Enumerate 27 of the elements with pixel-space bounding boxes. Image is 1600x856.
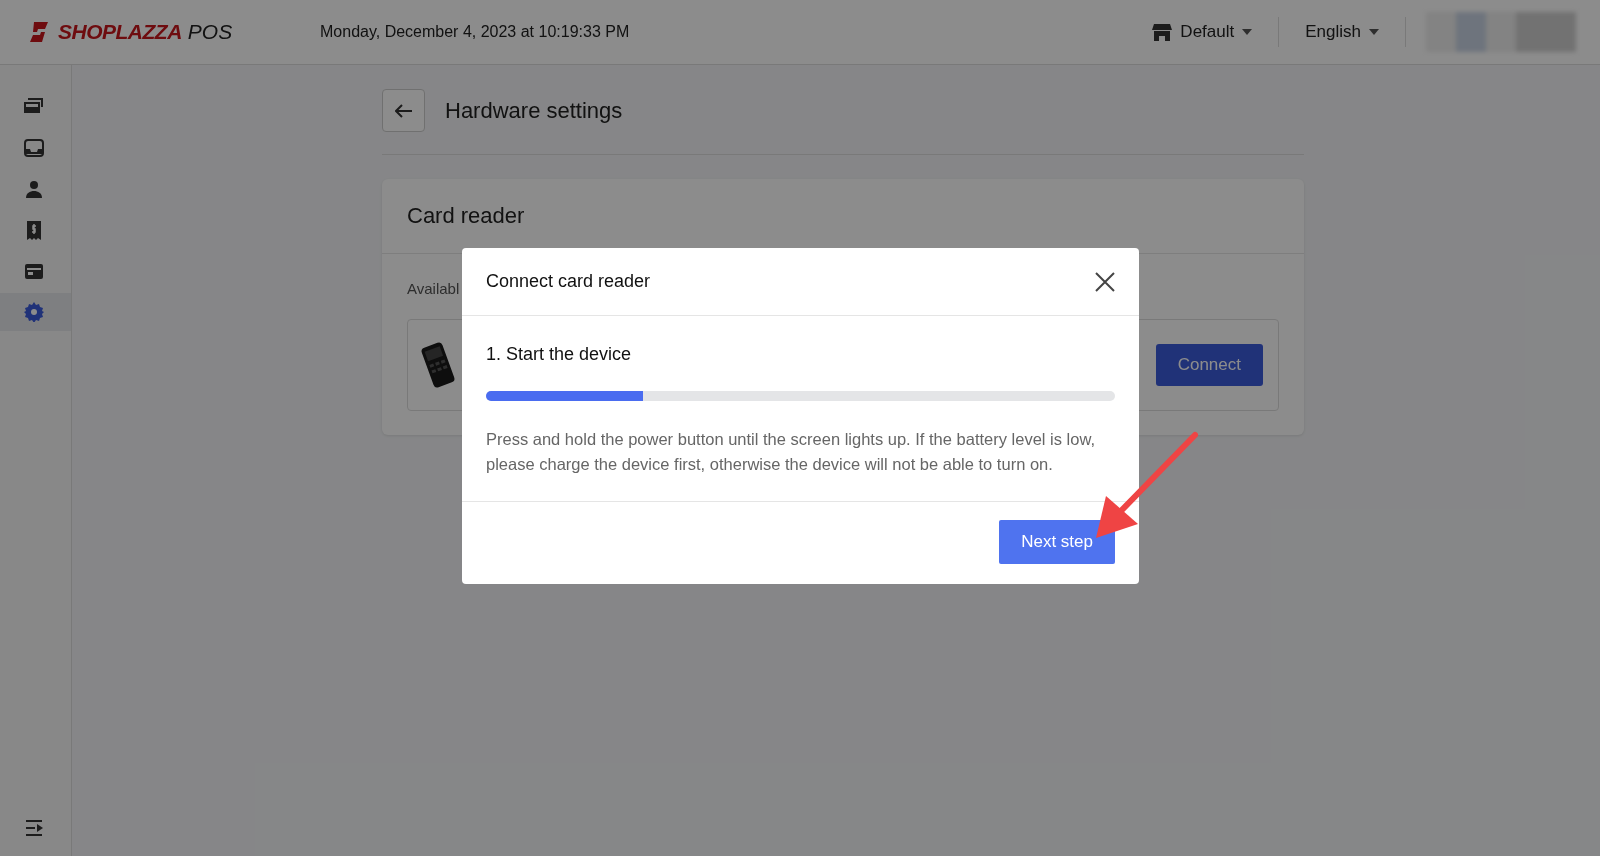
instructions-text: Press and hold the power button until the screen lights up. If the battery level is low, please charge the device first, otherwise the device will not be able to turn on. — [486, 429, 1097, 475]
card-title: Card reader — [407, 203, 525, 228]
caret-icon — [1242, 29, 1253, 35]
next-step-button[interactable]: Next step — [999, 520, 1115, 564]
receipt-icon — [26, 220, 42, 240]
page-title: Hardware settings — [445, 97, 623, 124]
connect-button[interactable]: Connect — [1155, 344, 1263, 386]
cards-icon — [24, 98, 44, 116]
language-dropdown[interactable]: English — [1279, 22, 1405, 42]
logo-product-text: POS — [187, 20, 233, 44]
inbox-icon — [24, 139, 44, 157]
available-label: Availabl — [407, 280, 460, 297]
step-title: 1. Start the device — [486, 344, 633, 365]
caret-icon — [1369, 29, 1379, 35]
date-time: Monday, December 4, 2023 at 10:19:33 PM — [320, 23, 630, 41]
back-arrow-icon — [394, 103, 413, 118]
sidebar-item[interactable] — [0, 293, 71, 331]
register-icon — [24, 262, 44, 280]
person-icon — [25, 180, 43, 198]
store-icon — [1152, 23, 1173, 41]
back-button[interactable] — [382, 89, 425, 132]
close-icon — [1095, 271, 1115, 292]
dialog-title: Connect card reader — [486, 271, 651, 292]
logo-text: SHOPLAZZA — [58, 20, 182, 44]
close-button[interactable] — [1095, 271, 1115, 292]
settings-icon — [24, 302, 44, 322]
store-dropdown[interactable]: Default — [1126, 22, 1279, 42]
